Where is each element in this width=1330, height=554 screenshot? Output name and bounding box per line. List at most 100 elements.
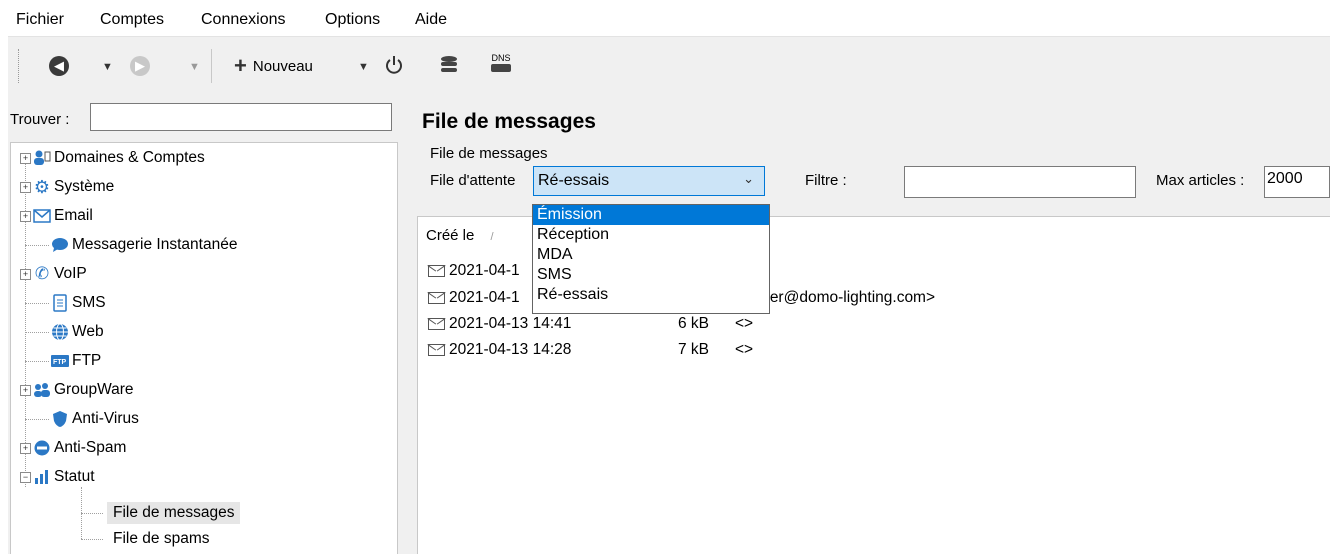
envelope-icon [428, 344, 445, 356]
menu-connexions[interactable]: Connexions [201, 11, 286, 29]
tree-item-voip[interactable]: ✆ VoIP [33, 261, 87, 287]
toolbar: ◀ ▼ ▶ ▼ + Nouveau ▼ DNS [8, 36, 1330, 99]
queue-select-value: Ré-essais [538, 172, 610, 189]
chevron-down-icon: ⌄ [743, 171, 754, 186]
option-reception[interactable]: Réception [533, 225, 769, 245]
queue-select[interactable]: Ré-essais ⌄ [533, 166, 765, 196]
back-dropdown-button[interactable]: ▼ [102, 61, 113, 73]
tree-item-antivirus[interactable]: Anti-Virus [51, 406, 139, 432]
find-input[interactable] [90, 103, 392, 131]
max-articles-label: Max articles : [1156, 172, 1245, 189]
tree-item-label: Anti-Virus [72, 410, 139, 427]
tree-item-label: File de spams [113, 530, 210, 547]
table-row[interactable]: 2021-04-13 14:41 6 kB <> [428, 313, 753, 335]
expand-icon[interactable]: + [20, 385, 31, 396]
tree-item-label: SMS [72, 294, 106, 311]
page-title: File de messages [422, 110, 596, 133]
new-button[interactable]: + Nouveau [234, 55, 313, 77]
caret-down-icon: ▼ [358, 61, 369, 73]
tree-item-groupware[interactable]: GroupWare [33, 377, 134, 403]
tree-item-label: File de messages [107, 502, 241, 524]
app-window: Fichier Comptes Connexions Options Aide … [8, 6, 1330, 554]
tree-item-label: Web [72, 323, 104, 340]
dns-label: DNS [491, 53, 511, 63]
sort-icon: / [490, 231, 494, 243]
menubar: Fichier Comptes Connexions Options Aide [8, 6, 1330, 36]
forward-arrow-icon: ▶ [130, 56, 150, 76]
tree-item-label: Anti-Spam [54, 439, 127, 456]
max-articles-input[interactable]: 2000 [1264, 166, 1330, 198]
expand-icon[interactable]: + [20, 211, 31, 222]
row-date: 2021-04-13 14:28 [449, 341, 572, 358]
right-panel: File de messages File de messages File d… [416, 100, 1330, 554]
globe-icon [51, 323, 69, 341]
mail-icon [33, 207, 51, 225]
forward-dropdown-button[interactable]: ▼ [189, 61, 200, 73]
tree-connector [25, 332, 49, 333]
tree-item-messagerie[interactable]: Messagerie Instantanée [51, 232, 237, 258]
envelope-icon [428, 292, 445, 304]
panel-splitter[interactable] [406, 100, 416, 554]
menu-aide[interactable]: Aide [415, 11, 447, 29]
filter-label: Filtre : [805, 172, 847, 189]
tree-item-file-de-messages[interactable]: File de messages [107, 500, 241, 526]
collapse-icon[interactable]: − [20, 472, 31, 483]
database-button[interactable] [440, 55, 458, 75]
group-label: File de messages [430, 145, 548, 162]
chart-icon [33, 468, 51, 486]
tree-item-label: Domaines & Comptes [54, 149, 205, 166]
tree-connector [81, 539, 103, 540]
sms-icon [51, 294, 69, 312]
expand-icon[interactable]: + [20, 182, 31, 193]
caret-down-icon: ▼ [189, 61, 200, 73]
tree-item-file-de-spams[interactable]: File de spams [107, 526, 215, 552]
users-icon [33, 149, 51, 167]
menu-comptes[interactable]: Comptes [100, 11, 164, 29]
column-header-created[interactable]: Créé le / [426, 227, 494, 244]
left-panel: Trouver : + Domaines & Comptes + ⚙ Systè… [8, 100, 406, 554]
option-mda[interactable]: MDA [533, 245, 769, 265]
tree-item-label: FTP [72, 352, 102, 369]
option-emission[interactable]: Émission [533, 205, 769, 225]
toolbar-separator [211, 49, 212, 83]
row-date: 2021-04-1 [449, 289, 520, 306]
dns-button[interactable]: DNS [491, 53, 511, 72]
tree-item-web[interactable]: Web [51, 319, 104, 345]
power-button[interactable] [384, 54, 404, 76]
back-button[interactable]: ◀ [49, 56, 69, 76]
expand-icon[interactable]: + [20, 153, 31, 164]
tree-item-label: Email [54, 207, 93, 224]
tree-item-label: Système [54, 178, 115, 195]
menu-fichier[interactable]: Fichier [16, 11, 64, 29]
expand-icon[interactable]: + [20, 443, 31, 454]
table-row[interactable]: 2021-04-1 ylder@domo-lighting.com> [428, 287, 935, 309]
tree-item-label: VoIP [54, 265, 87, 282]
envelope-icon [428, 265, 445, 277]
menu-options[interactable]: Options [325, 11, 380, 29]
new-dropdown-button[interactable]: ▼ [358, 61, 369, 73]
tree-item-statut[interactable]: Statut [33, 464, 95, 490]
tree-item-label: Messagerie Instantanée [72, 236, 238, 253]
forward-button[interactable]: ▶ [130, 56, 150, 76]
navigation-tree: + Domaines & Comptes + ⚙ Système + Email… [10, 142, 398, 554]
table-row[interactable]: 2021-04-13 14:28 7 kB <> [428, 339, 753, 361]
tree-connector [25, 157, 26, 487]
tree-item-ftp[interactable]: FTP FTP [51, 348, 101, 374]
tree-item-sms[interactable]: SMS [51, 290, 106, 316]
tree-item-domaines[interactable]: Domaines & Comptes [33, 145, 205, 171]
filter-input[interactable] [904, 166, 1136, 198]
expand-icon[interactable]: + [20, 269, 31, 280]
option-sms[interactable]: SMS [533, 265, 769, 285]
tree-item-email[interactable]: Email [33, 203, 93, 229]
table-row[interactable]: 2021-04-1 [428, 260, 520, 282]
option-re-essais[interactable]: Ré-essais [533, 285, 769, 305]
ftp-icon: FTP [51, 352, 69, 370]
tree-item-antispam[interactable]: Anti-Spam [33, 435, 126, 461]
tree-item-label: Statut [54, 468, 95, 485]
block-icon [33, 439, 51, 457]
toolbar-grip[interactable] [18, 49, 23, 83]
tree-item-systeme[interactable]: ⚙ Système [33, 174, 114, 200]
row-date: 2021-04-1 [449, 262, 520, 279]
phone-icon: ✆ [34, 264, 50, 283]
caret-down-icon: ▼ [102, 61, 113, 73]
